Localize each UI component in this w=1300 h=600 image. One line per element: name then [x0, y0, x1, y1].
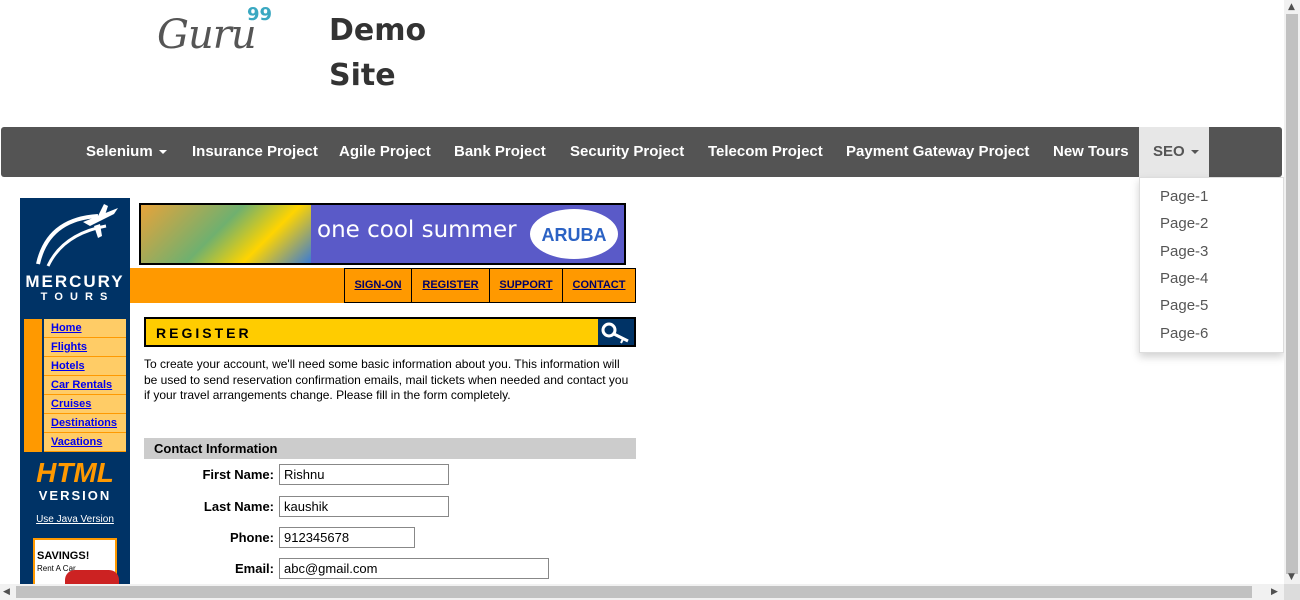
menu-link-cruises[interactable]: Cruises [51, 398, 91, 410]
dropdown-item-page-1[interactable]: Page-1 [1160, 188, 1208, 205]
horizontal-scroll-thumb[interactable] [16, 586, 1252, 598]
last-name-label: Last Name: [203, 499, 274, 514]
contact-information-section: Contact Information [144, 438, 636, 459]
phone-input[interactable]: 912345678 [279, 527, 415, 548]
dropdown-item-page-3[interactable]: Page-3 [1160, 243, 1208, 260]
register-heading: REGISTER [156, 325, 252, 341]
aruba-logo: ARUBA [530, 209, 618, 259]
menu-item-cruises: Cruises [24, 395, 126, 414]
phone-label: Phone: [229, 530, 274, 545]
menu-item-hotels: Hotels [24, 357, 126, 376]
chevron-down-icon [158, 150, 167, 155]
nav-telecom-project[interactable]: Telecom Project [708, 127, 823, 177]
tours-logo-text: T O U R S [40, 291, 110, 303]
menu-link-flights[interactable]: Flights [51, 341, 87, 353]
savings-title: SAVINGS! [37, 550, 90, 562]
menu-link-hotels[interactable]: Hotels [51, 360, 85, 372]
nav-seo-label: SEO [1153, 143, 1185, 160]
menu-item-home: Home [24, 319, 126, 338]
nav-register[interactable]: REGISTER [411, 269, 489, 302]
logo-superscript: 99 [247, 4, 273, 25]
scroll-right-arrow-icon[interactable]: ▶ [1271, 587, 1278, 597]
menu-bullet [24, 338, 44, 357]
scroll-down-arrow-icon[interactable]: ▼ [1288, 572, 1295, 582]
section-title: Contact Information [154, 441, 278, 456]
nav-insurance-project[interactable]: Insurance Project [192, 127, 318, 177]
version-word: VERSION [38, 488, 112, 503]
vertical-scrollbar[interactable]: ▲ ▼ [1284, 0, 1300, 584]
menu-bullet [24, 376, 44, 395]
menu-bullet [24, 357, 44, 376]
vertical-scroll-thumb[interactable] [1286, 14, 1298, 574]
use-java-version-link[interactable]: Use Java Version [20, 514, 130, 525]
scroll-up-arrow-icon[interactable]: ▲ [1288, 2, 1295, 12]
dropdown-item-page-4[interactable]: Page-4 [1160, 270, 1208, 287]
key-icon [598, 319, 634, 345]
register-intro-text: To create your account, we'll need some … [144, 357, 629, 402]
chevron-down-icon [1190, 150, 1199, 155]
email-label: Email: [234, 561, 274, 576]
menu-link-destinations[interactable]: Destinations [51, 417, 117, 429]
first-name-label: First Name: [202, 467, 274, 482]
nav-bank-project[interactable]: Bank Project [454, 127, 546, 177]
savings-ad[interactable]: SAVINGS! Rent A Car [33, 538, 119, 588]
seo-dropdown-menu: Page-1 Page-2 Page-3 Page-4 Page-5 Page-… [1139, 177, 1284, 353]
menu-bullet [24, 319, 44, 338]
menu-bullet [24, 395, 44, 414]
horizontal-scrollbar[interactable]: ◀ ▶ [0, 584, 1284, 600]
guru99-logo[interactable]: Guru 99 [157, 4, 277, 58]
menu-item-destinations: Destinations [24, 414, 126, 433]
menu-item-car-rentals: Car Rentals [24, 376, 126, 395]
aruba-banner[interactable]: one cool summer ARUBA [139, 203, 626, 265]
menu-link-car-rentals[interactable]: Car Rentals [51, 379, 112, 391]
banner-photo [141, 205, 311, 263]
dropdown-item-page-6[interactable]: Page-6 [1160, 325, 1208, 342]
last-name-input[interactable]: kaushik [279, 496, 449, 517]
nav-sign-on[interactable]: SIGN-ON [345, 269, 411, 302]
email-input[interactable]: abc@gmail.com [279, 558, 549, 579]
aruba-logo-text: ARUBA [541, 225, 607, 245]
menu-bullet [24, 433, 44, 452]
menu-item-vacations: Vacations [24, 433, 126, 452]
nav-seo[interactable]: SEO [1139, 127, 1209, 177]
nav-security-project[interactable]: Security Project [570, 127, 684, 177]
mercury-sidebar: MERCURY T O U R S Home Flights Hotels Ca… [20, 198, 130, 588]
nav-contact[interactable]: CONTACT [562, 269, 635, 302]
register-heading-bar: REGISTER [144, 317, 636, 347]
nav-new-tours[interactable]: New Tours [1053, 127, 1129, 177]
airplane-logo-icon [36, 204, 118, 267]
logo-text: Guru [157, 12, 257, 58]
top-navigation: SIGN-ON REGISTER SUPPORT CONTACT [344, 268, 636, 303]
html-word: HTML [36, 457, 114, 488]
dropdown-item-page-5[interactable]: Page-5 [1160, 297, 1208, 314]
banner-text: one cool summer [317, 217, 517, 243]
site-title: Demo Site [329, 13, 427, 93]
menu-bullet [24, 414, 44, 433]
html-version-badge: HTML VERSION [30, 457, 120, 504]
scroll-left-arrow-icon[interactable]: ◀ [3, 587, 10, 597]
scrollbar-corner [1284, 584, 1300, 600]
mercury-menu: Home Flights Hotels Car Rentals Cruises … [24, 319, 126, 452]
nav-selenium-label: Selenium [86, 143, 153, 160]
mercury-logo-text: MERCURY [25, 272, 125, 291]
nav-payment-gateway-project[interactable]: Payment Gateway Project [846, 127, 1029, 177]
main-navbar: Selenium Insurance Project Agile Project… [1, 127, 1282, 177]
nav-support[interactable]: SUPPORT [489, 269, 562, 302]
nav-selenium[interactable]: Selenium [86, 127, 167, 177]
menu-item-flights: Flights [24, 338, 126, 357]
menu-link-vacations[interactable]: Vacations [51, 436, 102, 448]
nav-agile-project[interactable]: Agile Project [339, 127, 431, 177]
dropdown-item-page-2[interactable]: Page-2 [1160, 215, 1208, 232]
first-name-input[interactable]: Rishnu [279, 464, 449, 485]
page: Guru 99 Demo Site Selenium Insurance Pro… [0, 0, 1300, 600]
menu-link-home[interactable]: Home [51, 322, 82, 334]
